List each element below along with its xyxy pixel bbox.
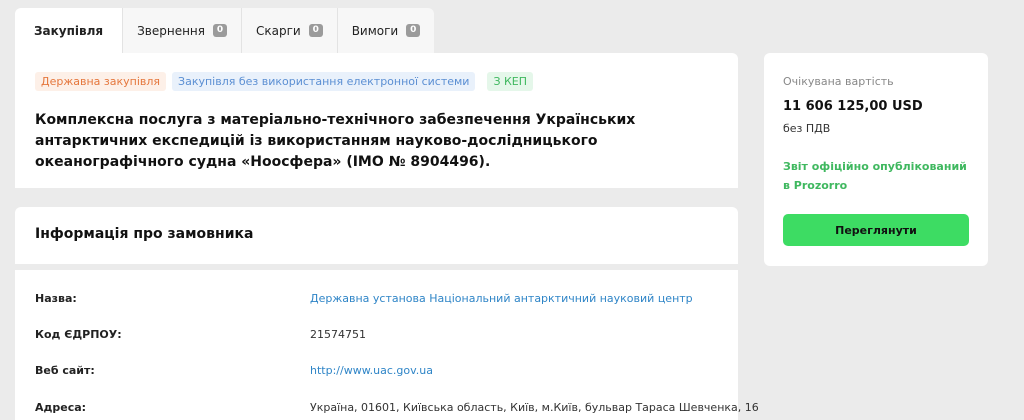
tab-label: Звернення: [137, 23, 205, 38]
count-badge: 0: [308, 24, 323, 37]
expected-value-label: Очікувана вартість: [783, 75, 894, 88]
view-report-button[interactable]: Переглянути: [783, 214, 969, 246]
edrpou-value: 21574751: [310, 328, 366, 341]
customer-info-table: Назва: Державна установа Національний ан…: [15, 270, 759, 420]
count-badge: 0: [406, 24, 421, 37]
tab-appeals[interactable]: Звернення 0: [123, 8, 242, 53]
customer-section-header: Інформація про замовника: [15, 207, 738, 264]
row-label: Адреса:: [35, 401, 87, 414]
tab-claims[interactable]: Вимоги 0: [337, 8, 435, 53]
tag-qes: З КЕП: [487, 72, 534, 91]
tender-card: Державна закупівля Закупівля без викорис…: [15, 53, 738, 188]
section-title: Інформація про замовника: [35, 226, 254, 242]
row-label: Код ЄДРПОУ:: [35, 328, 122, 341]
button-label: Переглянути: [835, 223, 917, 237]
tender-title: Комплексна послуга з матеріально-технічн…: [35, 112, 636, 170]
tag-state-procurement: Державна закупівля: [35, 72, 167, 91]
expected-amount: 11 606 125,00 USD: [783, 99, 923, 114]
price-card: Очікувана вартість 11 606 125,00 USD без…: [764, 53, 988, 266]
tab-label: Вимоги: [351, 23, 399, 38]
customer-name-link[interactable]: Державна установа Національний антарктич…: [310, 292, 693, 305]
tab-label: Закупівля: [34, 23, 104, 38]
tab-label: Скарги: [256, 23, 301, 38]
tab-procurement[interactable]: Закупівля: [15, 8, 124, 53]
published-status: Звіт офіційно опублікований в Prozorro: [783, 160, 967, 192]
tab-complaints[interactable]: Скарги 0: [242, 8, 338, 53]
count-badge: 0: [213, 24, 227, 37]
tag-no-electronic-system: Закупівля без використання електронної с…: [172, 72, 476, 91]
tab-bar: Закупівля Звернення 0 Скарги 0 Вимоги 0: [15, 8, 435, 53]
tag-list: Державна закупівля Закупівля без викорис…: [35, 72, 534, 91]
vat-note: без ПДВ: [783, 122, 831, 135]
website-link[interactable]: http://www.uac.gov.ua: [310, 364, 433, 377]
address-value: Україна, 01601, Київська область, Київ, …: [310, 401, 759, 414]
row-label: Назва:: [35, 292, 77, 305]
row-label: Веб сайт:: [35, 364, 95, 377]
